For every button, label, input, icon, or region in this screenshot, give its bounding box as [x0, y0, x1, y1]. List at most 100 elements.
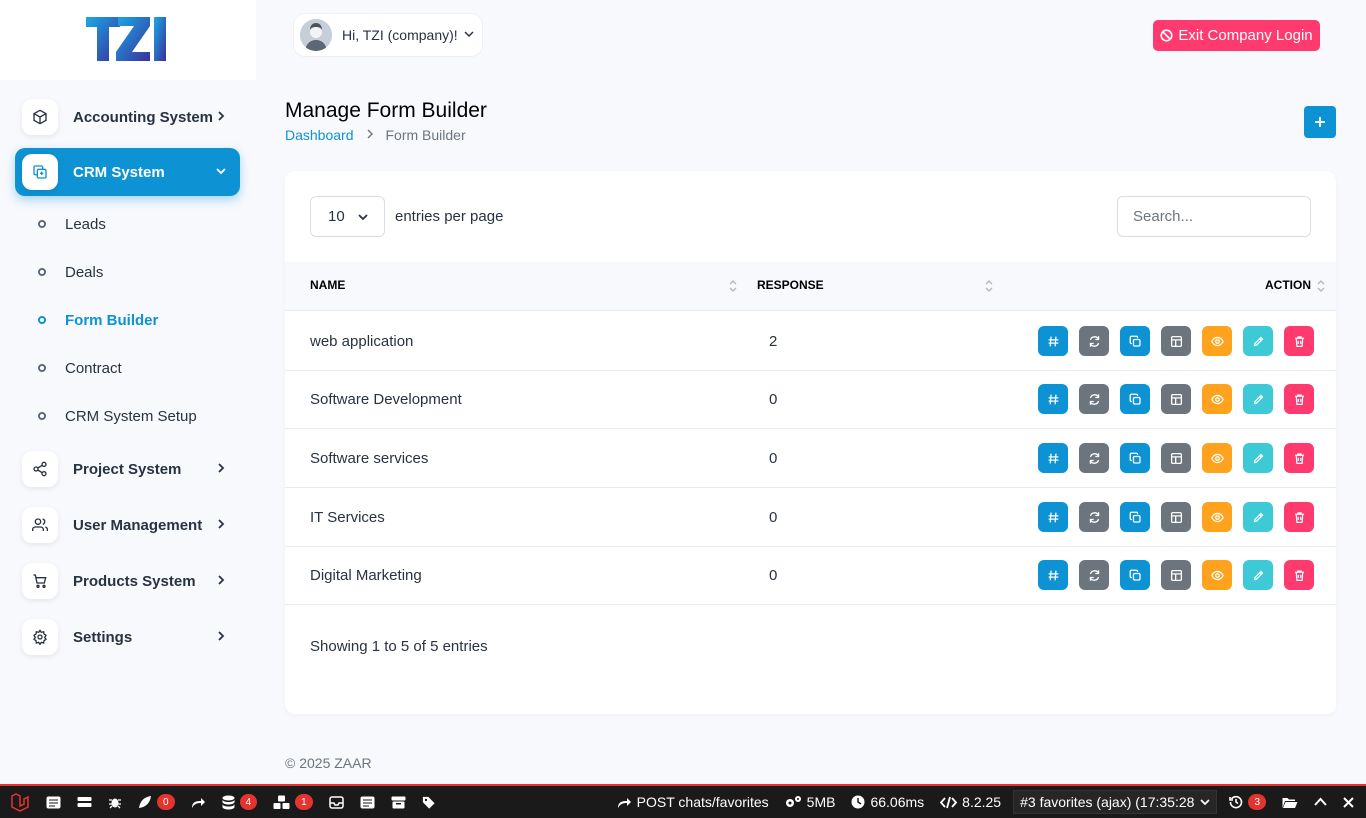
models-tab[interactable]: 1 — [265, 786, 321, 818]
copy-button[interactable] — [1120, 560, 1150, 590]
bullet-icon — [38, 268, 46, 276]
chevron-right-icon — [216, 518, 226, 532]
refresh-button[interactable] — [1079, 502, 1109, 532]
views-tab[interactable]: 0 — [130, 786, 183, 818]
column-header-response[interactable]: RESPONSE — [757, 278, 824, 292]
refresh-button[interactable] — [1079, 326, 1109, 356]
pencil-icon — [1253, 453, 1263, 463]
table-button[interactable] — [1161, 560, 1191, 590]
hash-icon — [1048, 336, 1058, 346]
route-tab-icon[interactable] — [183, 786, 214, 818]
trash-button[interactable] — [1284, 443, 1314, 473]
sidebar-subitem-deals[interactable]: Deals — [38, 260, 103, 284]
sidebar-item-project[interactable]: Project System — [15, 445, 240, 493]
sidebar-item-user-management[interactable]: User Management — [15, 501, 240, 549]
add-form-button[interactable] — [1304, 106, 1336, 138]
eye-button[interactable] — [1202, 384, 1232, 414]
pencil-button[interactable] — [1243, 326, 1273, 356]
page-title: Manage Form Builder — [285, 99, 487, 122]
request-duration[interactable]: 66.06ms — [843, 786, 932, 818]
memory-usage[interactable]: 5MB — [777, 786, 844, 818]
table-button[interactable] — [1161, 443, 1191, 473]
hash-button[interactable] — [1038, 443, 1068, 473]
sidebar-subitem-crm-setup[interactable]: CRM System Setup — [38, 404, 197, 428]
bullet-icon — [38, 316, 46, 324]
sidebar-item-accounting[interactable]: Accounting System — [15, 93, 240, 141]
refresh-button[interactable] — [1079, 384, 1109, 414]
table-button[interactable] — [1161, 502, 1191, 532]
gate-tab-icon[interactable] — [352, 786, 383, 818]
copy-button[interactable] — [1120, 326, 1150, 356]
sidebar-item-settings[interactable]: Settings — [15, 613, 240, 661]
trash-button[interactable] — [1284, 384, 1314, 414]
pencil-button[interactable] — [1243, 443, 1273, 473]
request-history-select[interactable]: #3 favorites (ajax) (17:35:28 — [1013, 790, 1218, 814]
copy-icon — [1129, 569, 1141, 581]
refresh-button[interactable] — [1079, 443, 1109, 473]
request-route[interactable]: POST chats/favorites — [609, 786, 777, 818]
history-tab[interactable]: 3 — [1221, 786, 1274, 818]
sort-icon[interactable] — [1317, 279, 1325, 293]
eye-button[interactable] — [1202, 560, 1232, 590]
table-row: Software services 0 — [285, 429, 1336, 488]
table-button[interactable] — [1161, 326, 1191, 356]
laravel-logo-icon[interactable] — [0, 786, 38, 818]
exceptions-tab-icon[interactable] — [100, 786, 130, 818]
brand-logo[interactable] — [84, 14, 174, 64]
messages-tab-icon[interactable] — [38, 786, 69, 818]
user-menu[interactable]: Hi, TZI (company)! — [293, 13, 483, 57]
queries-count-badge: 4 — [239, 794, 258, 810]
sidebar-item-products[interactable]: Products System — [15, 557, 240, 605]
request-tab-icon[interactable] — [414, 786, 445, 818]
sidebar-subitem-leads[interactable]: Leads — [38, 212, 106, 236]
sidebar-item-crm[interactable]: CRM System — [15, 148, 240, 196]
row-actions — [1038, 384, 1314, 414]
column-header-name[interactable]: NAME — [310, 278, 345, 292]
hash-button[interactable] — [1038, 326, 1068, 356]
hash-button[interactable] — [1038, 560, 1068, 590]
php-version[interactable]: 8.2.25 — [932, 786, 1009, 818]
sort-icon[interactable] — [729, 279, 737, 293]
close-icon[interactable] — [1335, 786, 1366, 818]
queries-tab[interactable]: 4 — [214, 786, 266, 818]
chevron-right-icon — [216, 574, 226, 588]
duration-text: 66.06ms — [870, 794, 925, 810]
chevron-up-icon[interactable] — [1306, 786, 1335, 818]
copy-button[interactable] — [1120, 384, 1150, 414]
timeline-tab-icon[interactable] — [69, 786, 100, 818]
hash-button[interactable] — [1038, 384, 1068, 414]
table-row: Software Development 0 — [285, 370, 1336, 429]
refresh-button[interactable] — [1079, 560, 1109, 590]
breadcrumb-dashboard-link[interactable]: Dashboard — [285, 127, 354, 143]
session-tab-icon[interactable] — [383, 786, 414, 818]
exit-company-login-button[interactable]: Exit Company Login — [1153, 20, 1320, 51]
pencil-button[interactable] — [1243, 560, 1273, 590]
eye-button[interactable] — [1202, 502, 1232, 532]
response-count: 0 — [769, 509, 778, 526]
chevron-right-icon — [366, 128, 374, 142]
open-folder-icon[interactable] — [1274, 786, 1306, 818]
sidebar-item-label: CRM System — [73, 163, 165, 181]
mail-tab-icon[interactable] — [321, 786, 352, 818]
copy-button[interactable] — [1120, 443, 1150, 473]
views-count-badge: 0 — [157, 794, 175, 810]
gear-icon — [22, 619, 58, 655]
sidebar-subitem-form-builder[interactable]: Form Builder — [38, 308, 158, 332]
eye-button[interactable] — [1202, 443, 1232, 473]
sidebar-subitem-contract[interactable]: Contract — [38, 356, 122, 380]
search-input[interactable] — [1117, 196, 1311, 237]
trash-button[interactable] — [1284, 560, 1314, 590]
copy-button[interactable] — [1120, 502, 1150, 532]
trash-button[interactable] — [1284, 502, 1314, 532]
entries-per-page-select[interactable]: 10 — [310, 196, 385, 237]
eye-button[interactable] — [1202, 326, 1232, 356]
avatar — [300, 19, 332, 51]
column-header-action[interactable]: ACTION — [1265, 278, 1311, 292]
pencil-button[interactable] — [1243, 502, 1273, 532]
table-button[interactable] — [1161, 384, 1191, 414]
sidebar-subitem-label: Deals — [65, 263, 104, 281]
trash-button[interactable] — [1284, 326, 1314, 356]
sort-icon[interactable] — [985, 279, 993, 293]
pencil-button[interactable] — [1243, 384, 1273, 414]
hash-button[interactable] — [1038, 502, 1068, 532]
